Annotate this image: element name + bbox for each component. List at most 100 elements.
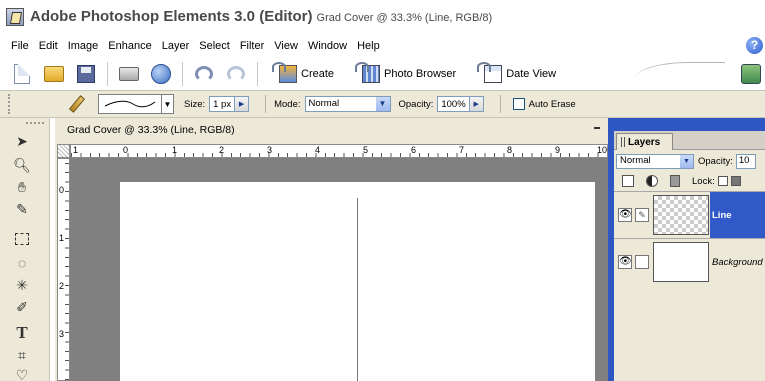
canvas-workspace[interactable]	[70, 158, 608, 381]
hand-icon: ✋︎	[18, 178, 26, 195]
palette-bin-toggle-icon[interactable]	[741, 64, 761, 84]
type-tool[interactable]: T	[10, 322, 34, 344]
ruler-number: 2	[219, 145, 225, 155]
brush-edit-icon[interactable]: ✎	[635, 208, 649, 222]
hand-tool[interactable]: ✋︎	[10, 176, 34, 198]
ruler-number: 5	[363, 145, 369, 155]
menu-filter[interactable]: Filter	[235, 40, 269, 52]
cookie-cutter-tool[interactable]: ♡	[10, 364, 34, 381]
menu-window[interactable]: Window	[303, 40, 352, 52]
layer-link-box[interactable]	[635, 255, 649, 269]
eyedropper-icon: ✎	[16, 200, 28, 217]
cookie-cutter-icon: ♡	[15, 366, 29, 381]
photoshop-elements-app-icon[interactable]	[6, 7, 24, 26]
auto-erase-label: Auto Erase	[528, 98, 576, 110]
menu-file[interactable]: File	[6, 40, 34, 52]
toolbox-grip[interactable]	[26, 122, 44, 124]
toolbar-separator	[257, 62, 258, 86]
mode-select[interactable]: Normal ▼	[304, 96, 391, 112]
marquee-tool[interactable]	[10, 228, 34, 250]
menu-select[interactable]: Select	[194, 40, 235, 52]
printer-icon	[119, 67, 139, 81]
lasso-tool[interactable]: ◌	[10, 252, 34, 274]
layer-row[interactable]: 👁︎ ✎ Line	[614, 191, 765, 238]
date-view-icon	[477, 62, 503, 83]
zoom-tool[interactable]: 🔍︎	[10, 154, 34, 176]
auto-erase-checkbox[interactable]	[512, 98, 525, 110]
magic-wand-tool[interactable]: ✳︎	[10, 274, 34, 296]
lock-transparency-checkbox[interactable]	[717, 176, 728, 186]
layer-name-cell[interactable]: Line	[710, 192, 765, 238]
layers-blend-row: Normal ▼ Opacity: 10	[614, 152, 765, 170]
document-title-bar[interactable]: Grad Cover @ 33.3% (Line, RGB/8)	[55, 118, 608, 142]
move-arrow-icon: ➤	[16, 132, 28, 149]
crop-tool[interactable]: ⌗	[10, 344, 34, 366]
layer-thumbnail	[653, 242, 709, 282]
step-backward-button[interactable]	[193, 63, 215, 85]
menu-help[interactable]: Help	[352, 40, 385, 52]
size-slider-button[interactable]: ▶	[235, 96, 250, 112]
eye-icon[interactable]: 👁︎	[618, 255, 632, 269]
brush-preset-picker[interactable]	[98, 94, 162, 114]
ruler-number: 9	[555, 145, 561, 155]
opacity-input[interactable]: 100%	[437, 96, 470, 112]
layer-name-cell[interactable]: Background	[710, 239, 765, 285]
adjustment-layer-icon[interactable]	[646, 175, 658, 187]
create-icon	[272, 62, 297, 83]
crop-icon: ⌗	[18, 346, 26, 363]
delete-layer-icon[interactable]	[670, 175, 680, 187]
size-input[interactable]: 1 px	[209, 96, 236, 112]
lock-all-icon[interactable]	[730, 176, 741, 186]
ruler-number: 4	[315, 145, 321, 155]
layers-tab[interactable]: Layers	[616, 133, 674, 150]
eyedropper-tool[interactable]: ✎	[10, 198, 34, 220]
online-services-button[interactable]	[150, 63, 172, 85]
eye-icon[interactable]: 👁︎	[618, 208, 632, 222]
drawn-vertical-line	[357, 198, 358, 381]
type-t-icon: T	[16, 323, 28, 342]
opacity-slider-button[interactable]: ▶	[469, 96, 484, 112]
selection-brush-icon: ✐	[16, 298, 28, 315]
menu-view[interactable]: View	[269, 40, 303, 52]
mode-label: Mode:	[274, 98, 301, 110]
menu-layer[interactable]: Layer	[157, 40, 195, 52]
ruler-origin[interactable]	[57, 144, 70, 158]
options-divider	[499, 95, 501, 113]
layer-blend-mode-select[interactable]: Normal ▼	[616, 153, 694, 169]
date-view-button[interactable]: Date View	[477, 62, 557, 83]
menu-enhance[interactable]: Enhance	[103, 40, 156, 52]
new-layer-icon[interactable]	[622, 175, 634, 187]
date-view-label: Date View	[506, 68, 557, 80]
ruler-number: 1	[73, 145, 79, 155]
size-label: Size:	[184, 98, 206, 110]
menu-image[interactable]: Image	[63, 40, 104, 52]
create-button[interactable]: Create	[272, 62, 334, 83]
toolbox: ➤ 🔍︎ ✋︎ ✎ ◌ ✳︎ ✐ T ⌗ ♡	[0, 118, 50, 381]
open-file-button[interactable]	[43, 63, 65, 85]
minimize-icon[interactable]	[594, 127, 600, 129]
save-button[interactable]	[75, 63, 97, 85]
document-window: Grad Cover @ 33.3% (Line, RGB/8) 1 0 1 2…	[55, 118, 608, 381]
brush-preset-dropdown-arrow[interactable]: ▼	[162, 94, 174, 114]
options-bar-grip[interactable]	[8, 94, 30, 114]
photo-browser-button[interactable]: Photo Browser	[355, 62, 456, 83]
toolbar-separator	[107, 62, 108, 86]
layer-row[interactable]: 👁︎ Background	[614, 238, 765, 284]
layer-name: Line	[712, 209, 732, 221]
menu-bar: File Edit Image Enhance Layer Select Fil…	[0, 33, 765, 58]
brush-stroke-preview	[104, 100, 156, 108]
layer-opacity-input[interactable]: 10	[735, 153, 756, 169]
save-disk-icon	[77, 65, 95, 83]
vertical-ruler: 0 1 2 3	[57, 158, 70, 381]
mode-value: Normal	[308, 98, 340, 109]
move-tool[interactable]: ➤	[10, 130, 34, 152]
document-title-in-titlebar: Grad Cover @ 33.3% (Line, RGB/8)	[316, 12, 493, 24]
menu-edit[interactable]: Edit	[34, 40, 63, 52]
help-icon[interactable]: ?	[746, 37, 763, 54]
lasso-icon: ◌	[17, 255, 27, 271]
new-file-button[interactable]	[11, 63, 33, 85]
step-forward-button[interactable]	[225, 63, 247, 85]
print-button[interactable]	[118, 63, 140, 85]
selection-brush-tool[interactable]: ✐	[10, 296, 34, 318]
image-canvas[interactable]	[120, 182, 595, 381]
